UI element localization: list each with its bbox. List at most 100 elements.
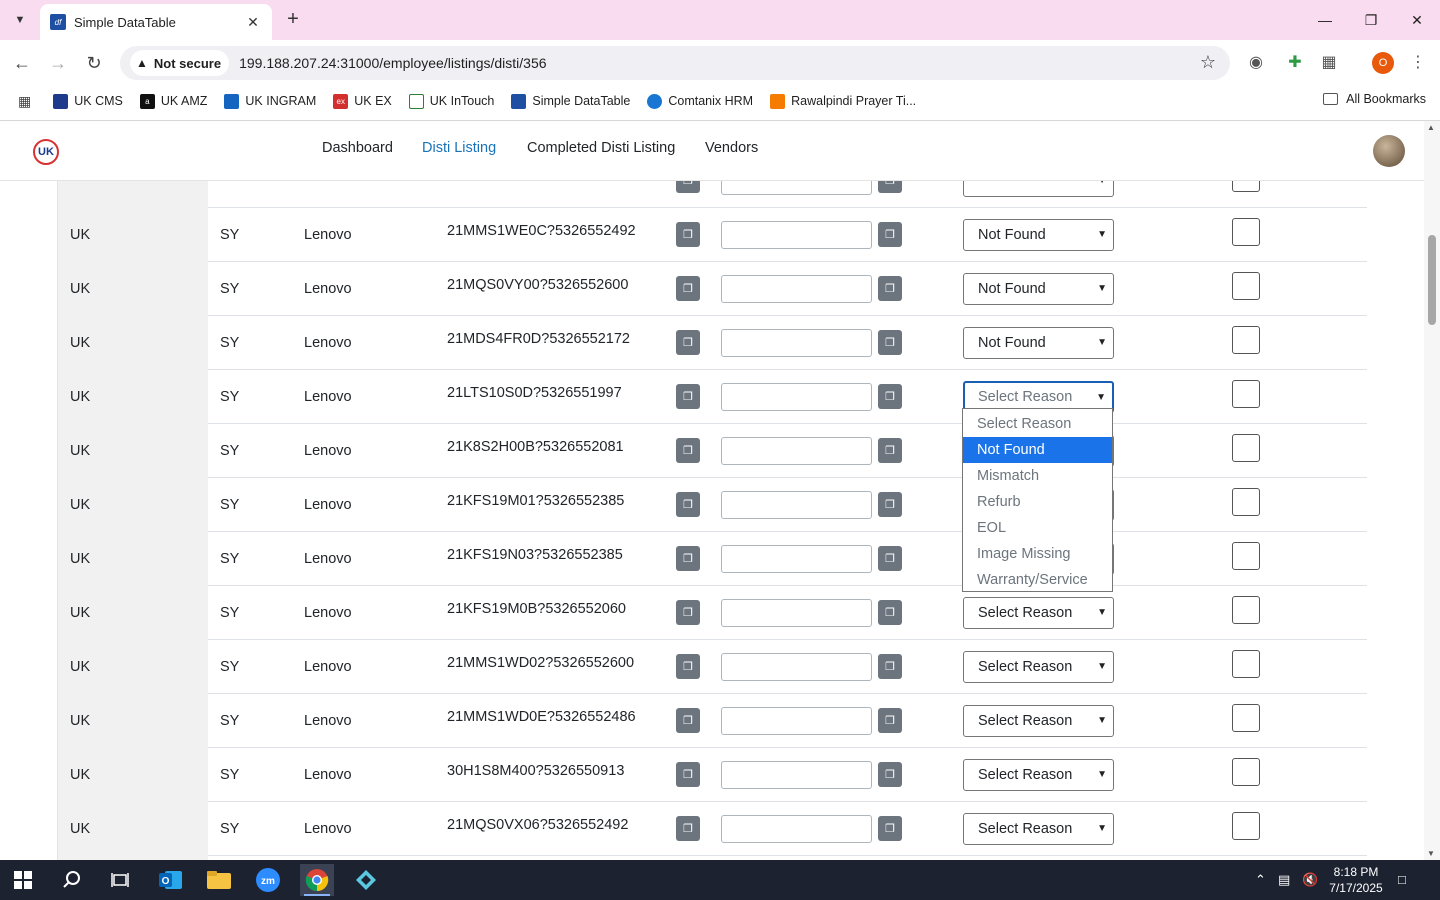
row-checkbox[interactable] <box>1232 380 1260 408</box>
copy-input-icon[interactable]: ❐ <box>878 708 902 733</box>
copy-input-icon[interactable]: ❐ <box>878 276 902 301</box>
scroll-down-arrow-icon[interactable]: ▼ <box>1427 849 1435 858</box>
browser-menu-kebab-icon[interactable]: ⋮ <box>1407 52 1429 74</box>
reason-select[interactable]: Select Reason ▼ <box>963 651 1114 683</box>
taskbar-clock[interactable]: 8:18 PM 7/17/2025 <box>1318 864 1394 896</box>
dropdown-option[interactable]: EOL <box>963 515 1112 541</box>
copy-input-icon[interactable]: ❐ <box>878 654 902 679</box>
bookmark-rawalpindi-prayer[interactable]: Rawalpindi Prayer Ti... <box>770 93 916 109</box>
copy-input-icon[interactable]: ❐ <box>878 222 902 247</box>
reason-select[interactable]: Select Reason ▼ <box>963 705 1114 737</box>
chrome-icon[interactable] <box>300 864 334 896</box>
copy-sku-icon[interactable]: ❐ <box>676 222 700 247</box>
row-checkbox[interactable] <box>1232 758 1260 786</box>
browser-tab[interactable]: df Simple DataTable ✕ <box>40 4 272 40</box>
reason-select[interactable]: Select Reason ▼ <box>963 759 1114 791</box>
copy-sku-icon[interactable]: ❐ <box>676 438 700 463</box>
row-checkbox[interactable] <box>1232 650 1260 678</box>
row-text-input[interactable] <box>721 437 872 465</box>
tab-close-icon[interactable]: ✕ <box>244 14 262 31</box>
row-checkbox[interactable] <box>1232 704 1260 732</box>
window-restore-icon[interactable]: ❐ <box>1359 8 1383 32</box>
bookmark-uk-amz[interactable]: a UK AMZ <box>139 93 207 109</box>
row-checkbox[interactable] <box>1232 542 1260 570</box>
row-text-input[interactable] <box>721 707 872 735</box>
scrollbar-thumb[interactable] <box>1428 235 1436 325</box>
dropdown-option[interactable]: Not Found <box>963 437 1112 463</box>
reason-select[interactable]: ▼ <box>963 181 1114 197</box>
extensions-puzzle-icon[interactable]: ▦ <box>1318 52 1340 74</box>
windows-start-icon[interactable] <box>6 864 40 896</box>
back-arrow-icon[interactable]: ← <box>10 51 34 75</box>
copy-input-icon[interactable]: ❐ <box>878 330 902 355</box>
bookmark-uk-ex[interactable]: ex UK EX <box>333 93 392 109</box>
new-tab-plus-icon[interactable]: + <box>282 8 304 30</box>
address-bar[interactable]: ▲ Not secure 199.188.207.24:31000/employ… <box>120 46 1230 80</box>
copy-input-icon[interactable]: ❐ <box>878 438 902 463</box>
row-text-input[interactable] <box>721 815 872 843</box>
bookmark-uk-intouch[interactable]: UK InTouch <box>408 93 494 109</box>
network-icon[interactable]: ▤ <box>1278 872 1290 888</box>
copy-sku-icon[interactable]: ❐ <box>676 492 700 517</box>
page-scrollbar[interactable]: ▲ ▼ <box>1424 121 1440 860</box>
copy-sku-icon[interactable]: ❐ <box>676 708 700 733</box>
forward-arrow-icon[interactable]: → <box>46 51 70 75</box>
copy-input-icon[interactable]: ❐ <box>878 816 902 841</box>
copy-input-icon[interactable]: ❐ <box>878 762 902 787</box>
notifications-icon[interactable]: □ <box>1398 872 1406 887</box>
app-logo[interactable]: UK <box>33 139 59 165</box>
extension-puzzle-green-icon[interactable]: ✚ <box>1284 52 1306 74</box>
copy-sku-icon[interactable]: ❐ <box>676 654 700 679</box>
copy-sku-icon[interactable]: ❐ <box>676 762 700 787</box>
dropdown-option[interactable]: Select Reason <box>963 411 1112 437</box>
reason-select[interactable]: Not Found ▼ <box>963 327 1114 359</box>
bookmark-simple-datatable[interactable]: Simple DataTable <box>511 93 630 109</box>
volume-muted-icon[interactable]: 🔇 <box>1302 872 1318 888</box>
search-icon[interactable] <box>55 864 89 896</box>
row-text-input[interactable] <box>721 383 872 411</box>
row-text-input[interactable] <box>721 329 872 357</box>
row-checkbox[interactable] <box>1232 434 1260 462</box>
copy-sku-icon[interactable]: ❐ <box>676 816 700 841</box>
reason-select[interactable]: Select Reason ▼ <box>963 597 1114 629</box>
bookmark-star-icon[interactable]: ☆ <box>1200 52 1216 73</box>
copy-sku-icon[interactable]: ❐ <box>676 384 700 409</box>
copy-sku-icon[interactable]: ❐ <box>676 546 700 571</box>
copy-sku-icon[interactable]: ❐ <box>676 330 700 355</box>
bookmark-uk-ingram[interactable]: UK INGRAM <box>224 93 316 109</box>
bookmark-uk-cms[interactable]: UK CMS <box>53 93 123 109</box>
reason-dropdown-list[interactable]: Select Reason Not Found Mismatch Refurb EOL I… <box>962 408 1113 592</box>
outlook-icon[interactable]: O <box>154 864 188 896</box>
copy-input-icon[interactable]: ❐ <box>878 181 902 193</box>
profile-avatar-icon[interactable]: O <box>1372 52 1394 74</box>
dropdown-option[interactable]: Warranty/Service <box>963 567 1112 593</box>
reload-icon[interactable]: ↻ <box>82 51 106 75</box>
row-text-input[interactable] <box>721 599 872 627</box>
copy-sku-icon[interactable]: ❐ <box>676 600 700 625</box>
task-view-icon[interactable] <box>103 864 137 896</box>
tray-chevron-up-icon[interactable]: ⌃ <box>1255 872 1266 888</box>
row-checkbox[interactable] <box>1232 326 1260 354</box>
nav-dashboard[interactable]: Dashboard <box>322 140 393 156</box>
row-checkbox[interactable] <box>1232 596 1260 624</box>
reason-select[interactable]: Not Found ▼ <box>963 273 1114 305</box>
nav-vendors[interactable]: Vendors <box>705 140 758 156</box>
copy-input-icon[interactable]: ❐ <box>878 492 902 517</box>
row-text-input[interactable] <box>721 653 872 681</box>
row-text-input[interactable] <box>721 181 872 195</box>
copy-input-icon[interactable]: ❐ <box>878 546 902 571</box>
url-text[interactable]: 199.188.207.24:31000/employee/listings/d… <box>239 55 546 71</box>
row-text-input[interactable] <box>721 275 872 303</box>
nav-disti-listing[interactable]: Disti Listing <box>422 140 496 156</box>
row-checkbox[interactable] <box>1232 181 1260 192</box>
row-checkbox[interactable] <box>1232 812 1260 840</box>
window-minimize-icon[interactable]: — <box>1313 8 1337 32</box>
row-checkbox[interactable] <box>1232 488 1260 516</box>
scroll-up-arrow-icon[interactable]: ▲ <box>1427 123 1435 132</box>
copy-input-icon[interactable]: ❐ <box>878 600 902 625</box>
window-close-icon[interactable]: ✕ <box>1405 8 1429 32</box>
translate-globe-icon[interactable]: ◉ <box>1245 52 1267 74</box>
all-bookmarks[interactable]: All Bookmarks <box>1323 92 1426 106</box>
dropdown-option[interactable]: Image Missing <box>963 541 1112 567</box>
row-checkbox[interactable] <box>1232 218 1260 246</box>
